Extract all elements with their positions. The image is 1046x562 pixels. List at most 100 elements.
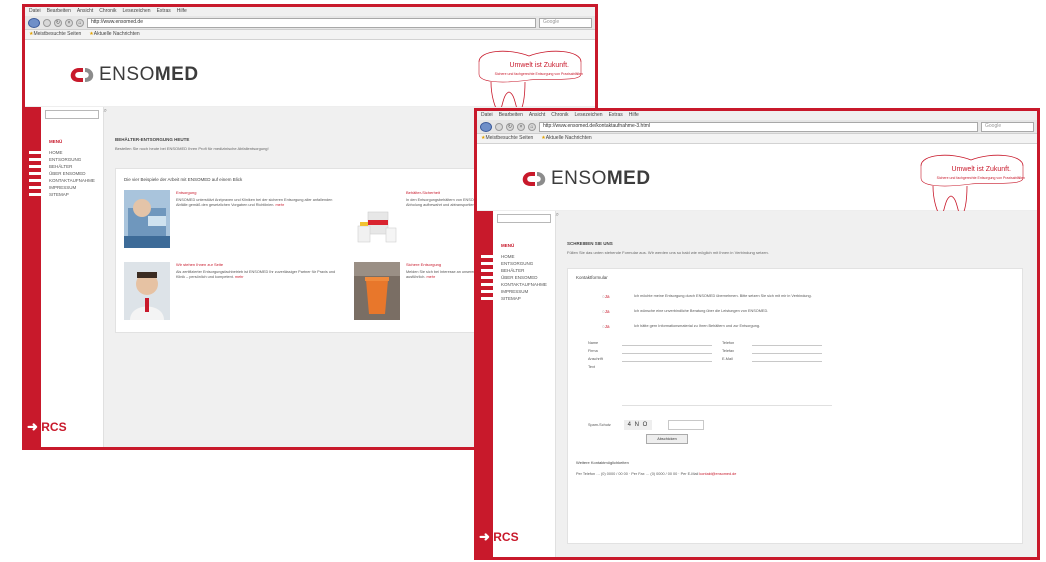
form-row: Text xyxy=(588,363,1014,371)
arrow-right-icon: ➜ xyxy=(479,529,490,544)
submit-button[interactable]: Abschicken xyxy=(646,434,688,444)
form-row: Anschrift E-Mail xyxy=(588,355,1014,363)
option-radio[interactable]: Ja xyxy=(602,324,624,329)
contact-form-heading: Kontaktformular xyxy=(576,275,608,280)
option-radio[interactable]: Ja xyxy=(602,294,624,299)
address-bar[interactable]: http://www.ensomed.de/kontaktaufnahme-3.… xyxy=(539,121,978,132)
sidebar-item-sitemap[interactable]: SITEMAP xyxy=(29,191,101,198)
reload-icon[interactable]: ↻ xyxy=(506,122,514,131)
message-textarea[interactable] xyxy=(622,371,832,406)
menu-file[interactable]: Datei xyxy=(29,8,41,14)
email-field[interactable] xyxy=(752,356,822,362)
option-radio[interactable]: Ja xyxy=(602,309,624,314)
home-icon[interactable]: ⌂ xyxy=(528,122,536,131)
dentist-photo xyxy=(124,190,170,248)
sidebar-item-kontakt[interactable]: KONTAKTAUFNAHME xyxy=(29,177,101,184)
stop-icon[interactable]: × xyxy=(65,18,73,27)
feature-card: Wir stehen Ihnen zur Seite Als zertifizi… xyxy=(124,262,342,324)
captcha-image: 4 N O xyxy=(624,420,652,430)
name-label: Name xyxy=(588,341,599,345)
bookmark-most-visited[interactable]: Meistbesuchte Seiten xyxy=(29,31,81,37)
captcha-row: Spam-Schutz 4 N O xyxy=(588,420,1014,430)
menu-edit[interactable]: Bearbeiten xyxy=(47,8,71,14)
menu-tools[interactable]: Extras xyxy=(157,8,171,14)
sidebar-item-ueber[interactable]: ÜBER ENSOMED xyxy=(29,170,101,177)
sidebar-item-behaelter[interactable]: BEHÄLTER xyxy=(29,163,101,170)
menu-tools[interactable]: Extras xyxy=(609,112,623,118)
rcs-partner-logo[interactable]: ➜ RCS xyxy=(479,529,519,545)
navigation-toolbar: ↻ × ⌂ http://www.ensomed.de/kontaktaufna… xyxy=(477,120,1037,134)
card-more-link[interactable]: mehr xyxy=(275,203,284,207)
forward-button[interactable] xyxy=(495,122,503,131)
navigation-toolbar: ↻ × ⌂ http://www.ensomed.de Google xyxy=(25,16,595,30)
alt-contact-title: Weitere Kontaktmöglichkeiten xyxy=(576,460,629,465)
page-title: SCHREIBEN SIE UNS xyxy=(567,241,613,246)
home-icon[interactable]: ⌂ xyxy=(76,18,84,27)
name-field[interactable] xyxy=(622,340,712,346)
bookmark-most-visited[interactable]: Meistbesuchte Seiten xyxy=(481,135,533,141)
menu-edit[interactable]: Bearbeiten xyxy=(499,112,523,118)
stop-icon[interactable]: × xyxy=(517,122,525,131)
menu-view[interactable]: Ansicht xyxy=(77,8,93,14)
site-header: ENSOMED Umwelt ist Zukunft. Sichere und … xyxy=(25,40,595,115)
menu-bar: Datei Bearbeiten Ansicht Chronik Lesezeichen… xyxy=(477,111,1037,120)
email-label: E-Mail xyxy=(722,357,733,361)
sidebar-item-impressum[interactable]: IMPRESSUM xyxy=(29,184,101,191)
bookmark-news[interactable]: Aktuelle Nachrichten xyxy=(541,135,591,141)
sidebar-item-home[interactable]: HOME xyxy=(481,253,553,260)
card-more-link[interactable]: mehr xyxy=(235,275,244,279)
site-search-input[interactable] xyxy=(45,108,107,119)
bookmark-news[interactable]: Aktuelle Nachrichten xyxy=(89,31,139,37)
reload-icon[interactable]: ↻ xyxy=(54,18,62,27)
site-header: ENSOMED Umwelt ist Zukunft. Sichere und … xyxy=(477,144,1037,219)
menu-view[interactable]: Ansicht xyxy=(529,112,545,118)
menu-bookmarks[interactable]: Lesezeichen xyxy=(123,8,151,14)
company-label: Firma xyxy=(588,349,598,353)
ensomed-logo[interactable]: ENSOMED xyxy=(65,64,199,86)
sidebar-item-behaelter[interactable]: BEHÄLTER xyxy=(481,267,553,274)
sidebar-item-kontakt[interactable]: KONTAKTAUFNAHME xyxy=(481,281,553,288)
menu-bookmarks[interactable]: Lesezeichen xyxy=(575,112,603,118)
page-intro: Füllen Sie das unten stehende Formular a… xyxy=(567,250,769,255)
card-title: Wir stehen Ihnen zur Seite xyxy=(176,262,224,267)
card-text: Als zertifizierter Entsorgungsfachbetrie… xyxy=(176,270,336,280)
menu-help[interactable]: Hilfe xyxy=(177,8,187,14)
phone-field[interactable] xyxy=(752,340,822,346)
browser-window-contact: Datei Bearbeiten Ansicht Chronik Lesezeichen… xyxy=(474,108,1040,560)
site-search-input[interactable] xyxy=(497,212,559,223)
card-more-link[interactable]: mehr xyxy=(426,275,435,279)
feature-card: Entsorgung ENSOMED unterstützt Arztpraxe… xyxy=(124,190,342,252)
sidebar-item-sitemap[interactable]: SITEMAP xyxy=(481,295,553,302)
forward-button[interactable] xyxy=(43,18,51,27)
address-field[interactable] xyxy=(622,356,712,362)
back-button[interactable] xyxy=(28,17,40,28)
address-bar[interactable]: http://www.ensomed.de xyxy=(87,17,536,28)
sidebar: MENÜ HOME ENTSORGUNG BEHÄLTER ÜBER ENSOM… xyxy=(25,107,107,447)
option-text: Ich möchte meine Entsorgung durch ENSOME… xyxy=(634,294,812,298)
card-title: Entsorgung xyxy=(176,190,197,195)
contact-option: Ja Ich wünsche eine unverbindliche Berat… xyxy=(602,309,1014,314)
logo-text-bold: MED xyxy=(154,64,199,85)
menu-file[interactable]: Datei xyxy=(481,112,493,118)
sidebar-item-ueber[interactable]: ÜBER ENSOMED xyxy=(481,274,553,281)
menu-history[interactable]: Chronik xyxy=(99,8,116,14)
rcs-partner-logo[interactable]: ➜ RCS xyxy=(27,419,67,435)
menu-history[interactable]: Chronik xyxy=(551,112,568,118)
sidebar-item-entsorgung[interactable]: ENTSORGUNG xyxy=(481,260,553,267)
orange-container-photo xyxy=(354,262,400,320)
ensomed-logo[interactable]: ENSOMED xyxy=(517,168,651,190)
address-label: Anschrift xyxy=(588,357,603,361)
email-link[interactable]: kontakt@ensomed.de xyxy=(699,472,736,476)
search-input[interactable]: Google xyxy=(539,17,592,28)
sidebar-item-home[interactable]: HOME xyxy=(29,149,101,156)
option-text: Ich wünsche eine unverbindliche Beratung… xyxy=(634,309,769,313)
company-field[interactable] xyxy=(622,348,712,354)
menu-help[interactable]: Hilfe xyxy=(629,112,639,118)
tagline-subtitle: Sichere und fachgerechte Entsorgung von … xyxy=(494,72,583,76)
back-button[interactable] xyxy=(480,121,492,132)
sidebar-item-entsorgung[interactable]: ENTSORGUNG xyxy=(29,156,101,163)
captcha-input[interactable] xyxy=(668,420,704,430)
search-input[interactable]: Google xyxy=(981,121,1034,132)
fax-field[interactable] xyxy=(752,348,822,354)
sidebar-item-impressum[interactable]: IMPRESSUM xyxy=(481,288,553,295)
